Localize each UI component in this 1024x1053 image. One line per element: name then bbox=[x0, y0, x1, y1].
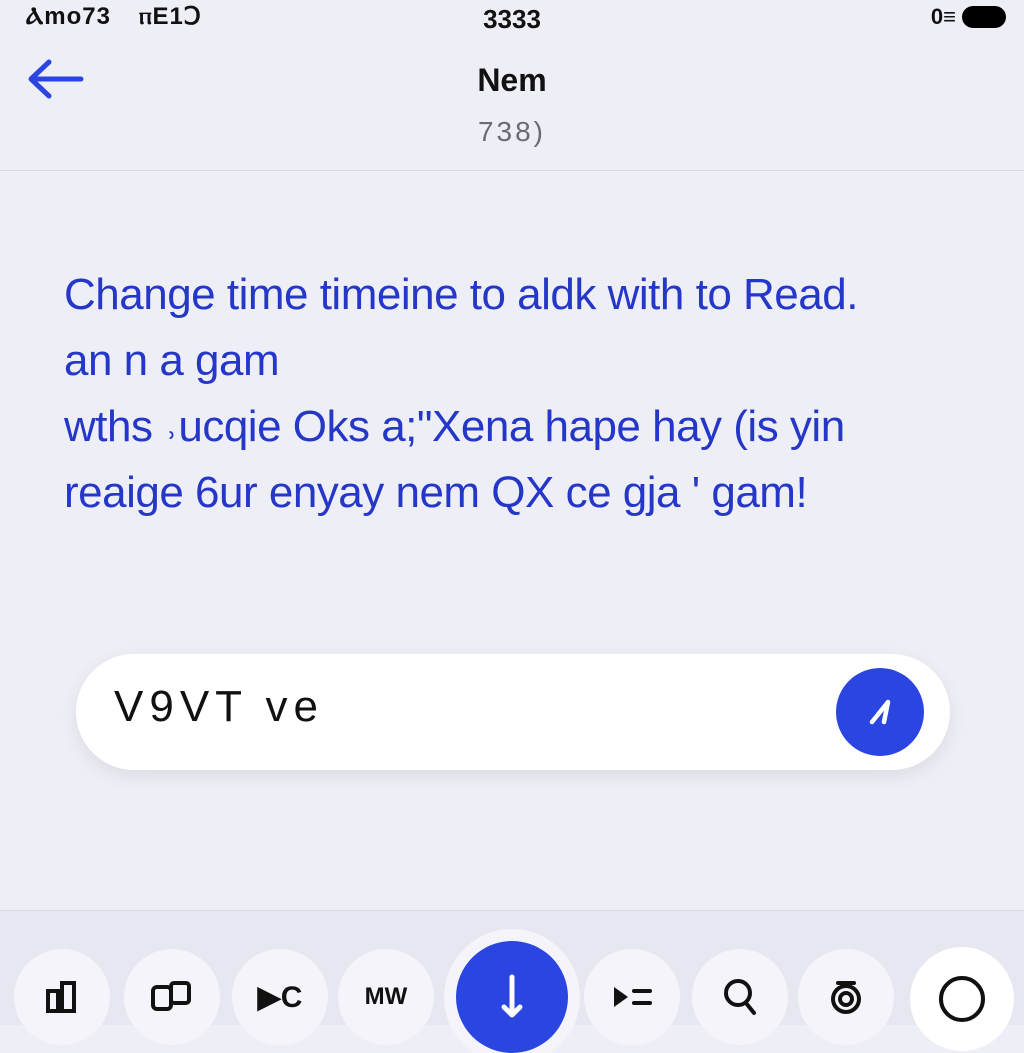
battery-icon bbox=[962, 6, 1006, 28]
bottom-toolbar: ▶C MW bbox=[0, 910, 1024, 1053]
status-bar: Ⲁmo73 ⲡE1Ↄ 3333 0≡ bbox=[0, 0, 1024, 44]
cards-button[interactable] bbox=[124, 949, 220, 1045]
header: Nem 738) bbox=[0, 44, 1024, 171]
tiles-icon bbox=[46, 981, 76, 1013]
message-line: wths ˒ucqie Oks a;"Xena hape hay (is yin bbox=[64, 402, 845, 451]
play-c-button[interactable]: ▶C bbox=[232, 949, 328, 1045]
message-input[interactable]: V9VT ve bbox=[114, 682, 324, 732]
message-body: Change time timeine to aldk with to Read… bbox=[64, 262, 984, 526]
page-subtitle: 738) bbox=[477, 116, 547, 147]
gear-icon bbox=[831, 981, 861, 1014]
circle-icon bbox=[939, 976, 985, 1022]
network-indicator: 0≡ bbox=[930, 4, 956, 29]
play-c-icon: ▶C bbox=[257, 980, 303, 1014]
mw-button[interactable]: MW bbox=[338, 949, 434, 1045]
message-line: reaige 6ur enyay nem QX ce gja ' gam! bbox=[64, 468, 808, 517]
mw-icon: MW bbox=[364, 983, 408, 1010]
message-input-bar[interactable]: V9VT ve bbox=[76, 654, 950, 770]
message-line: an n a gam bbox=[64, 336, 280, 385]
settings-button[interactable] bbox=[798, 949, 894, 1045]
list-play-icon bbox=[614, 987, 652, 1007]
status-time: 3333 bbox=[483, 4, 541, 34]
cards-icon bbox=[151, 981, 191, 1011]
page-title: Nem bbox=[477, 62, 547, 98]
send-button[interactable] bbox=[836, 668, 924, 756]
download-button[interactable] bbox=[456, 941, 568, 1053]
message-line: Change time timeine to aldk with to Read… bbox=[64, 270, 858, 319]
list-play-button[interactable] bbox=[584, 949, 680, 1045]
send-arrow-icon bbox=[869, 699, 891, 725]
search-button[interactable] bbox=[692, 949, 788, 1045]
search-icon bbox=[724, 979, 756, 1015]
status-right: 0≡ bbox=[931, 4, 1006, 30]
record-button[interactable] bbox=[910, 947, 1014, 1051]
tiles-button[interactable] bbox=[14, 949, 110, 1045]
download-icon bbox=[501, 974, 523, 1018]
